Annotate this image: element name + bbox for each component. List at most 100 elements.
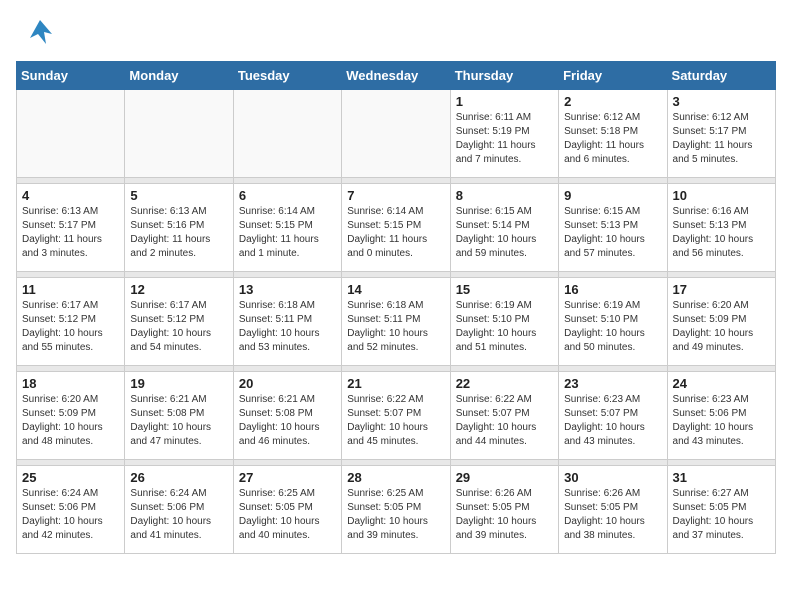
calendar-cell: 15 Sunrise: 6:19 AM Sunset: 5:10 PM Dayli…: [450, 278, 558, 366]
day-info: Sunrise: 6:27 AM Sunset: 5:05 PM Dayligh…: [673, 487, 770, 543]
calendar-cell: 18 Sunrise: 6:20 AM Sunset: 5:09 PM Dayli…: [17, 372, 125, 460]
day-number: 14: [347, 282, 444, 297]
day-info: Sunrise: 6:11 AM Sunset: 5:19 PM Dayligh…: [456, 111, 553, 167]
calendar-cell: 19 Sunrise: 6:21 AM Sunset: 5:08 PM Dayli…: [125, 372, 233, 460]
day-info: Sunrise: 6:20 AM Sunset: 5:09 PM Dayligh…: [22, 393, 119, 449]
calendar-cell: 2Sunrise: 6:12 AM Sunset: 5:18 PM Daylig…: [559, 90, 667, 178]
calendar-cell: 10 Sunrise: 6:16 AM Sunset: 5:13 PM Dayli…: [667, 184, 775, 272]
day-info: Sunrise: 6:26 AM Sunset: 5:05 PM Dayligh…: [564, 487, 661, 543]
day-number: 28: [347, 470, 444, 485]
week-row-1: 1 Sunrise: 6:11 AM Sunset: 5:19 PM Daylig…: [17, 90, 776, 178]
calendar-cell: 8 Sunrise: 6:15 AM Sunset: 5:14 PM Daylig…: [450, 184, 558, 272]
calendar-cell: 11 Sunrise: 6:17 AM Sunset: 5:12 PM Dayli…: [17, 278, 125, 366]
calendar-cell: 21 Sunrise: 6:22 AM Sunset: 5:07 PM Dayli…: [342, 372, 450, 460]
day-info: Sunrise: 6:14 AM Sunset: 5:15 PM Dayligh…: [239, 205, 336, 261]
day-info: Sunrise: 6:21 AM Sunset: 5:08 PM Dayligh…: [239, 393, 336, 449]
day-number: 15: [456, 282, 553, 297]
day-number: 6: [239, 188, 336, 203]
calendar-cell: 27 Sunrise: 6:25 AM Sunset: 5:05 PM Dayli…: [233, 466, 341, 554]
week-row-5: 25 Sunrise: 6:24 AM Sunset: 5:06 PM Dayli…: [17, 466, 776, 554]
day-number: 8: [456, 188, 553, 203]
day-number: 22: [456, 376, 553, 391]
day-info: Sunrise: 6:24 AM Sunset: 5:06 PM Dayligh…: [22, 487, 119, 543]
calendar-cell: [17, 90, 125, 178]
calendar-cell: 29Sunrise: 6:26 AM Sunset: 5:05 PM Dayli…: [450, 466, 558, 554]
calendar-cell: 24Sunrise: 6:23 AM Sunset: 5:06 PM Dayli…: [667, 372, 775, 460]
day-number: 7: [347, 188, 444, 203]
calendar-cell: 12 Sunrise: 6:17 AM Sunset: 5:12 PM Dayli…: [125, 278, 233, 366]
calendar-cell: [125, 90, 233, 178]
calendar-cell: [342, 90, 450, 178]
day-number: 27: [239, 470, 336, 485]
calendar-cell: 3 Sunrise: 6:12 AM Sunset: 5:17 PM Daylig…: [667, 90, 775, 178]
page-header: [16, 16, 776, 53]
day-info: Sunrise: 6:18 AM Sunset: 5:11 PM Dayligh…: [347, 299, 444, 355]
calendar-cell: 30Sunrise: 6:26 AM Sunset: 5:05 PM Dayli…: [559, 466, 667, 554]
day-info: Sunrise: 6:17 AM Sunset: 5:12 PM Dayligh…: [130, 299, 227, 355]
day-info: Sunrise: 6:19 AM Sunset: 5:10 PM Dayligh…: [564, 299, 661, 355]
logo-bird-icon: [24, 16, 56, 53]
weekday-header-tuesday: Tuesday: [233, 62, 341, 90]
calendar-table: SundayMondayTuesdayWednesdayThursdayFrid…: [16, 61, 776, 554]
day-number: 3: [673, 94, 770, 109]
day-info: Sunrise: 6:16 AM Sunset: 5:13 PM Dayligh…: [673, 205, 770, 261]
day-info: Sunrise: 6:25 AM Sunset: 5:05 PM Dayligh…: [347, 487, 444, 543]
day-number: 21: [347, 376, 444, 391]
day-info: Sunrise: 6:14 AM Sunset: 5:15 PM Dayligh…: [347, 205, 444, 261]
calendar-cell: 1 Sunrise: 6:11 AM Sunset: 5:19 PM Daylig…: [450, 90, 558, 178]
day-number: 5: [130, 188, 227, 203]
weekday-header-friday: Friday: [559, 62, 667, 90]
calendar-cell: [233, 90, 341, 178]
day-info: Sunrise: 6:12 AM Sunset: 5:18 PM Dayligh…: [564, 111, 661, 167]
day-number: 11: [22, 282, 119, 297]
weekday-header-thursday: Thursday: [450, 62, 558, 90]
day-info: Sunrise: 6:19 AM Sunset: 5:10 PM Dayligh…: [456, 299, 553, 355]
day-info: Sunrise: 6:26 AM Sunset: 5:05 PM Dayligh…: [456, 487, 553, 543]
calendar-cell: 23 Sunrise: 6:23 AM Sunset: 5:07 PM Dayli…: [559, 372, 667, 460]
calendar-cell: 31 Sunrise: 6:27 AM Sunset: 5:05 PM Dayli…: [667, 466, 775, 554]
day-info: Sunrise: 6:25 AM Sunset: 5:05 PM Dayligh…: [239, 487, 336, 543]
day-number: 18: [22, 376, 119, 391]
day-info: Sunrise: 6:12 AM Sunset: 5:17 PM Dayligh…: [673, 111, 770, 167]
day-info: Sunrise: 6:15 AM Sunset: 5:13 PM Dayligh…: [564, 205, 661, 261]
calendar-cell: 20 Sunrise: 6:21 AM Sunset: 5:08 PM Dayli…: [233, 372, 341, 460]
weekday-header-row: SundayMondayTuesdayWednesdayThursdayFrid…: [17, 62, 776, 90]
calendar-cell: 26 Sunrise: 6:24 AM Sunset: 5:06 PM Dayli…: [125, 466, 233, 554]
calendar-cell: 9 Sunrise: 6:15 AM Sunset: 5:13 PM Daylig…: [559, 184, 667, 272]
day-number: 1: [456, 94, 553, 109]
day-number: 12: [130, 282, 227, 297]
logo: [16, 16, 56, 53]
day-info: Sunrise: 6:15 AM Sunset: 5:14 PM Dayligh…: [456, 205, 553, 261]
day-number: 26: [130, 470, 227, 485]
day-number: 9: [564, 188, 661, 203]
day-number: 20: [239, 376, 336, 391]
day-number: 31: [673, 470, 770, 485]
week-row-4: 18 Sunrise: 6:20 AM Sunset: 5:09 PM Dayli…: [17, 372, 776, 460]
weekday-header-monday: Monday: [125, 62, 233, 90]
day-number: 16: [564, 282, 661, 297]
day-info: Sunrise: 6:21 AM Sunset: 5:08 PM Dayligh…: [130, 393, 227, 449]
calendar-cell: 14 Sunrise: 6:18 AM Sunset: 5:11 PM Dayli…: [342, 278, 450, 366]
day-info: Sunrise: 6:22 AM Sunset: 5:07 PM Dayligh…: [347, 393, 444, 449]
day-info: Sunrise: 6:17 AM Sunset: 5:12 PM Dayligh…: [22, 299, 119, 355]
day-info: Sunrise: 6:20 AM Sunset: 5:09 PM Dayligh…: [673, 299, 770, 355]
day-number: 10: [673, 188, 770, 203]
calendar-cell: 25 Sunrise: 6:24 AM Sunset: 5:06 PM Dayli…: [17, 466, 125, 554]
day-number: 19: [130, 376, 227, 391]
day-number: 17: [673, 282, 770, 297]
day-info: Sunrise: 6:13 AM Sunset: 5:17 PM Dayligh…: [22, 205, 119, 261]
calendar-cell: 6 Sunrise: 6:14 AM Sunset: 5:15 PM Daylig…: [233, 184, 341, 272]
calendar-cell: 28 Sunrise: 6:25 AM Sunset: 5:05 PM Dayli…: [342, 466, 450, 554]
week-row-2: 4 Sunrise: 6:13 AM Sunset: 5:17 PM Daylig…: [17, 184, 776, 272]
day-info: Sunrise: 6:23 AM Sunset: 5:07 PM Dayligh…: [564, 393, 661, 449]
day-number: 4: [22, 188, 119, 203]
day-info: Sunrise: 6:24 AM Sunset: 5:06 PM Dayligh…: [130, 487, 227, 543]
day-number: 13: [239, 282, 336, 297]
calendar-cell: 5 Sunrise: 6:13 AM Sunset: 5:16 PM Daylig…: [125, 184, 233, 272]
weekday-header-sunday: Sunday: [17, 62, 125, 90]
day-number: 23: [564, 376, 661, 391]
day-number: 25: [22, 470, 119, 485]
weekday-header-saturday: Saturday: [667, 62, 775, 90]
day-info: Sunrise: 6:23 AM Sunset: 5:06 PM Dayligh…: [673, 393, 770, 449]
day-info: Sunrise: 6:13 AM Sunset: 5:16 PM Dayligh…: [130, 205, 227, 261]
